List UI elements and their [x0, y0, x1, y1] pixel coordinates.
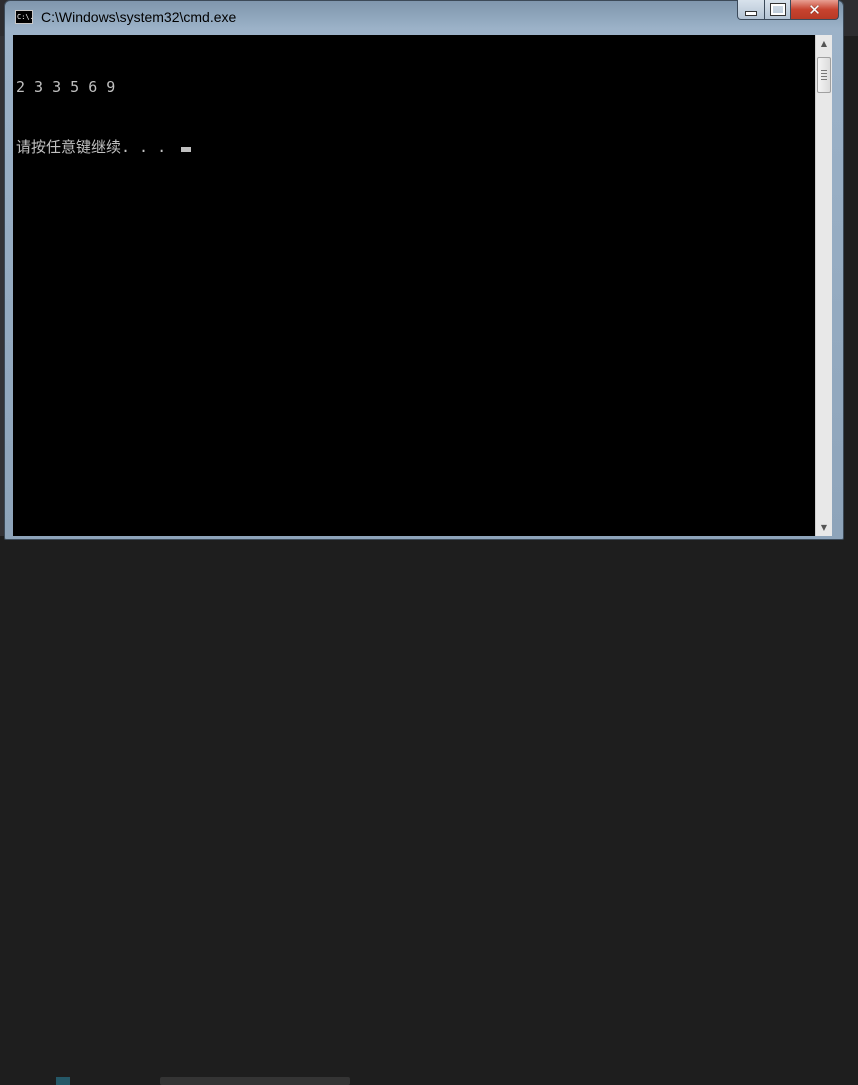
- text-cursor: [181, 147, 192, 152]
- close-icon: ✕: [808, 0, 821, 19]
- background-window-edge: [848, 12, 858, 32]
- background-editor: [0, 537, 858, 1085]
- title-bar[interactable]: C:\. C:\Windows\system32\cmd.exe: [5, 1, 843, 35]
- grip-icon: [821, 70, 827, 71]
- maximize-icon: [769, 3, 786, 16]
- pause-prompt: 请按任意键继续. . .: [16, 138, 176, 156]
- scroll-down-button[interactable]: ▼: [816, 519, 832, 536]
- vertical-scrollbar[interactable]: ▲ ▼: [815, 35, 832, 536]
- console-text: 2 3 3 5 6 9 请按任意键继续. . .: [16, 37, 192, 197]
- close-button[interactable]: ✕: [791, 0, 839, 20]
- grip-icon: [821, 73, 827, 74]
- arrow-up-icon: ▲: [820, 39, 828, 48]
- arrow-down-icon: ▼: [820, 523, 828, 532]
- window-controls: ✕: [737, 0, 839, 20]
- minimize-icon: [745, 11, 757, 16]
- maximize-button[interactable]: [765, 0, 791, 20]
- grip-icon: [821, 76, 827, 77]
- console-line-output: 2 3 3 5 6 9: [16, 78, 116, 96]
- scroll-up-button[interactable]: ▲: [816, 35, 832, 52]
- background-line-number: [56, 1077, 70, 1085]
- console-output[interactable]: 2 3 3 5 6 9 请按任意键继续. . .: [13, 35, 815, 536]
- cmd-icon[interactable]: C:\.: [15, 10, 33, 24]
- console-line-prompt: 请按任意键继续. . .: [16, 137, 192, 157]
- minimize-button[interactable]: [737, 0, 765, 20]
- grip-icon: [821, 79, 827, 80]
- background-code-line: [160, 1077, 350, 1085]
- scrollbar-thumb[interactable]: [817, 57, 831, 93]
- window-title: C:\Windows\system32\cmd.exe: [41, 9, 237, 25]
